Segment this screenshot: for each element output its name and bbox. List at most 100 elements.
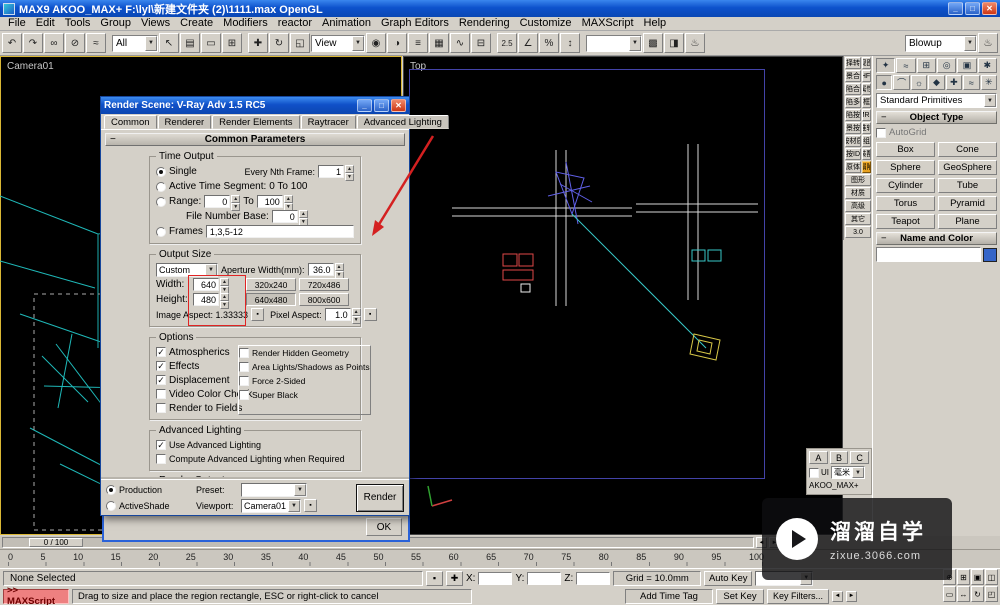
selection-lock-icon[interactable]: ▪ <box>426 571 443 586</box>
script-button[interactable]: HFI <box>862 70 871 82</box>
select-move-icon[interactable]: ✚ <box>248 33 268 53</box>
script-button[interactable]: 属性 <box>862 83 871 95</box>
x-coordinate-field[interactable] <box>478 572 512 585</box>
use-advanced-lighting-checkbox[interactable] <box>156 440 166 450</box>
tab-hierarchy-icon[interactable]: ⊞ <box>917 58 936 73</box>
arc-rotate-icon[interactable]: ↻ <box>971 586 984 602</box>
script-button[interactable]: 高级 <box>845 200 871 212</box>
output-size-preset-dropdown[interactable]: Custom▼ <box>156 263 218 277</box>
quick-render-icon[interactable]: ♨ <box>978 33 998 53</box>
pixel-aspect-value[interactable]: 1.0 <box>325 308 351 321</box>
script-button[interactable]: 维转 <box>862 122 871 134</box>
range-from-spinner[interactable]: 0▲▼ <box>204 195 240 208</box>
render-scene-icon[interactable]: ♨ <box>685 33 705 53</box>
super-black-checkbox[interactable] <box>239 390 249 400</box>
render-type-dropdown[interactable]: Blowup▼ <box>905 35 977 52</box>
chevron-down-icon[interactable]: ▼ <box>205 264 217 276</box>
category-lights-icon[interactable]: ☼ <box>911 75 927 90</box>
category-spacewarps-icon[interactable]: ≈ <box>963 75 979 90</box>
range-radio[interactable] <box>156 197 166 207</box>
chevron-down-icon[interactable]: ▼ <box>984 94 996 107</box>
res-800x600-button[interactable]: 800x600 <box>299 293 349 306</box>
spin-up-icon[interactable]: ▲ <box>352 308 361 316</box>
video-color-check-checkbox[interactable] <box>156 389 166 399</box>
pixel-aspect-lock-icon[interactable]: ▪ <box>364 308 377 321</box>
menu-customize[interactable]: Customize <box>515 17 577 30</box>
category-cameras-icon[interactable]: ◆ <box>928 75 944 90</box>
tab-render-elements[interactable]: Render Elements <box>212 115 299 129</box>
chevron-down-icon[interactable]: ▼ <box>294 484 306 496</box>
menu-graph-editors[interactable]: Graph Editors <box>376 17 454 30</box>
res-320x240-button[interactable]: 320x240 <box>246 278 296 291</box>
script-button[interactable]: 3.0 <box>845 226 871 238</box>
script-button[interactable]: 组 <box>862 135 871 147</box>
chevron-down-icon[interactable]: ▼ <box>288 500 300 512</box>
use-center-icon[interactable]: ◉ <box>366 33 386 53</box>
spinner-snap-icon[interactable]: ↕ <box>560 33 580 53</box>
y-coordinate-field[interactable] <box>527 572 561 585</box>
every-nth-value[interactable]: 1 <box>318 165 344 178</box>
material-editor-icon[interactable]: ◨ <box>664 33 684 53</box>
primitive-box-button[interactable]: Box <box>876 142 935 157</box>
button-a[interactable]: A <box>809 451 828 464</box>
pixel-aspect-spinner[interactable]: 1.0▲▼ <box>325 308 361 321</box>
chevron-down-icon[interactable]: ▼ <box>629 36 641 51</box>
name-color-rollout[interactable]: −Name and Color <box>876 232 997 245</box>
menu-rendering[interactable]: Rendering <box>454 17 515 30</box>
primitive-cone-button[interactable]: Cone <box>938 142 997 157</box>
tab-raytracer[interactable]: Raytracer <box>301 115 356 129</box>
zoom-all-icon[interactable]: ⊞ <box>957 569 970 585</box>
dialog-titlebar[interactable]: Render Scene: V-Ray Adv 1.5 RC5 _ □ ✕ <box>101 97 409 114</box>
spin-down-icon[interactable]: ▼ <box>220 301 229 309</box>
select-by-name-icon[interactable]: ▤ <box>180 33 200 53</box>
z-coordinate-field[interactable] <box>576 572 610 585</box>
category-shapes-icon[interactable]: ⌒ <box>893 75 909 90</box>
chevron-down-icon[interactable]: ▼ <box>964 36 976 51</box>
spin-up-icon[interactable]: ▲ <box>220 293 229 301</box>
auto-key-button[interactable]: Auto Key <box>704 571 752 586</box>
next-key-icon[interactable]: ► <box>846 591 857 602</box>
menu-file[interactable]: File <box>3 17 31 30</box>
menu-tools[interactable]: Tools <box>60 17 96 30</box>
viewport-top[interactable]: Top <box>403 56 843 535</box>
script-button[interactable]: 材质 <box>845 187 871 199</box>
compute-advanced-lighting-checkbox[interactable] <box>156 454 166 464</box>
spin-up-icon[interactable]: ▲ <box>335 263 344 271</box>
layer-manager-icon[interactable]: ▦ <box>429 33 449 53</box>
area-lights-checkbox[interactable] <box>239 362 249 372</box>
schematic-view-icon[interactable]: ⊟ <box>471 33 491 53</box>
height-value[interactable]: 480 <box>193 293 219 306</box>
previous-key-icon[interactable]: ◄ <box>832 591 843 602</box>
script-button[interactable]: 按材质 <box>845 135 861 147</box>
primitive-plane-button[interactable]: Plane <box>938 214 997 229</box>
file-number-base-spinner[interactable]: 0▲▼ <box>272 210 308 223</box>
render-hidden-geometry-checkbox[interactable] <box>239 348 249 358</box>
every-nth-spinner[interactable]: 1▲▼ <box>318 165 354 178</box>
script-button[interactable]: 图形 <box>845 174 871 186</box>
activeshade-radio[interactable] <box>106 501 116 511</box>
tab-utilities-icon[interactable]: ✱ <box>978 58 997 73</box>
category-geometry-icon[interactable]: ● <box>876 75 892 90</box>
tab-display-icon[interactable]: ▣ <box>957 58 976 73</box>
range-from-value[interactable]: 0 <box>204 195 230 208</box>
common-parameters-rollout[interactable]: −Common Parameters <box>105 133 405 146</box>
angle-snap-icon[interactable]: ∠ <box>518 33 538 53</box>
align-icon[interactable]: ≡ <box>408 33 428 53</box>
script-button[interactable]: 塌陷按材 <box>845 109 861 121</box>
frames-radio[interactable] <box>156 227 166 237</box>
named-selection-sets-combo[interactable]: ▼ <box>586 35 642 52</box>
width-spinner[interactable]: 640▲▼ <box>193 278 229 291</box>
script-button[interactable]: 塌陷合并 <box>845 83 861 95</box>
menu-create[interactable]: Create <box>175 17 218 30</box>
range-to-spinner[interactable]: 100▲▼ <box>257 195 293 208</box>
dialog-maximize-button[interactable]: □ <box>374 99 389 112</box>
atmospherics-checkbox[interactable] <box>156 347 166 357</box>
primitive-cylinder-button[interactable]: Cylinder <box>876 178 935 193</box>
tab-advanced-lighting[interactable]: Advanced Lighting <box>357 115 449 129</box>
named-selections-icon[interactable]: ▩ <box>643 33 663 53</box>
zoom-extents-icon[interactable]: ▣ <box>971 569 984 585</box>
viewport-lock-icon[interactable]: ▪ <box>304 499 317 512</box>
zoom-extents-all-icon[interactable]: ◫ <box>985 569 998 585</box>
primitive-teapot-button[interactable]: Teapot <box>876 214 935 229</box>
window-crossing-icon[interactable]: ⊞ <box>222 33 242 53</box>
